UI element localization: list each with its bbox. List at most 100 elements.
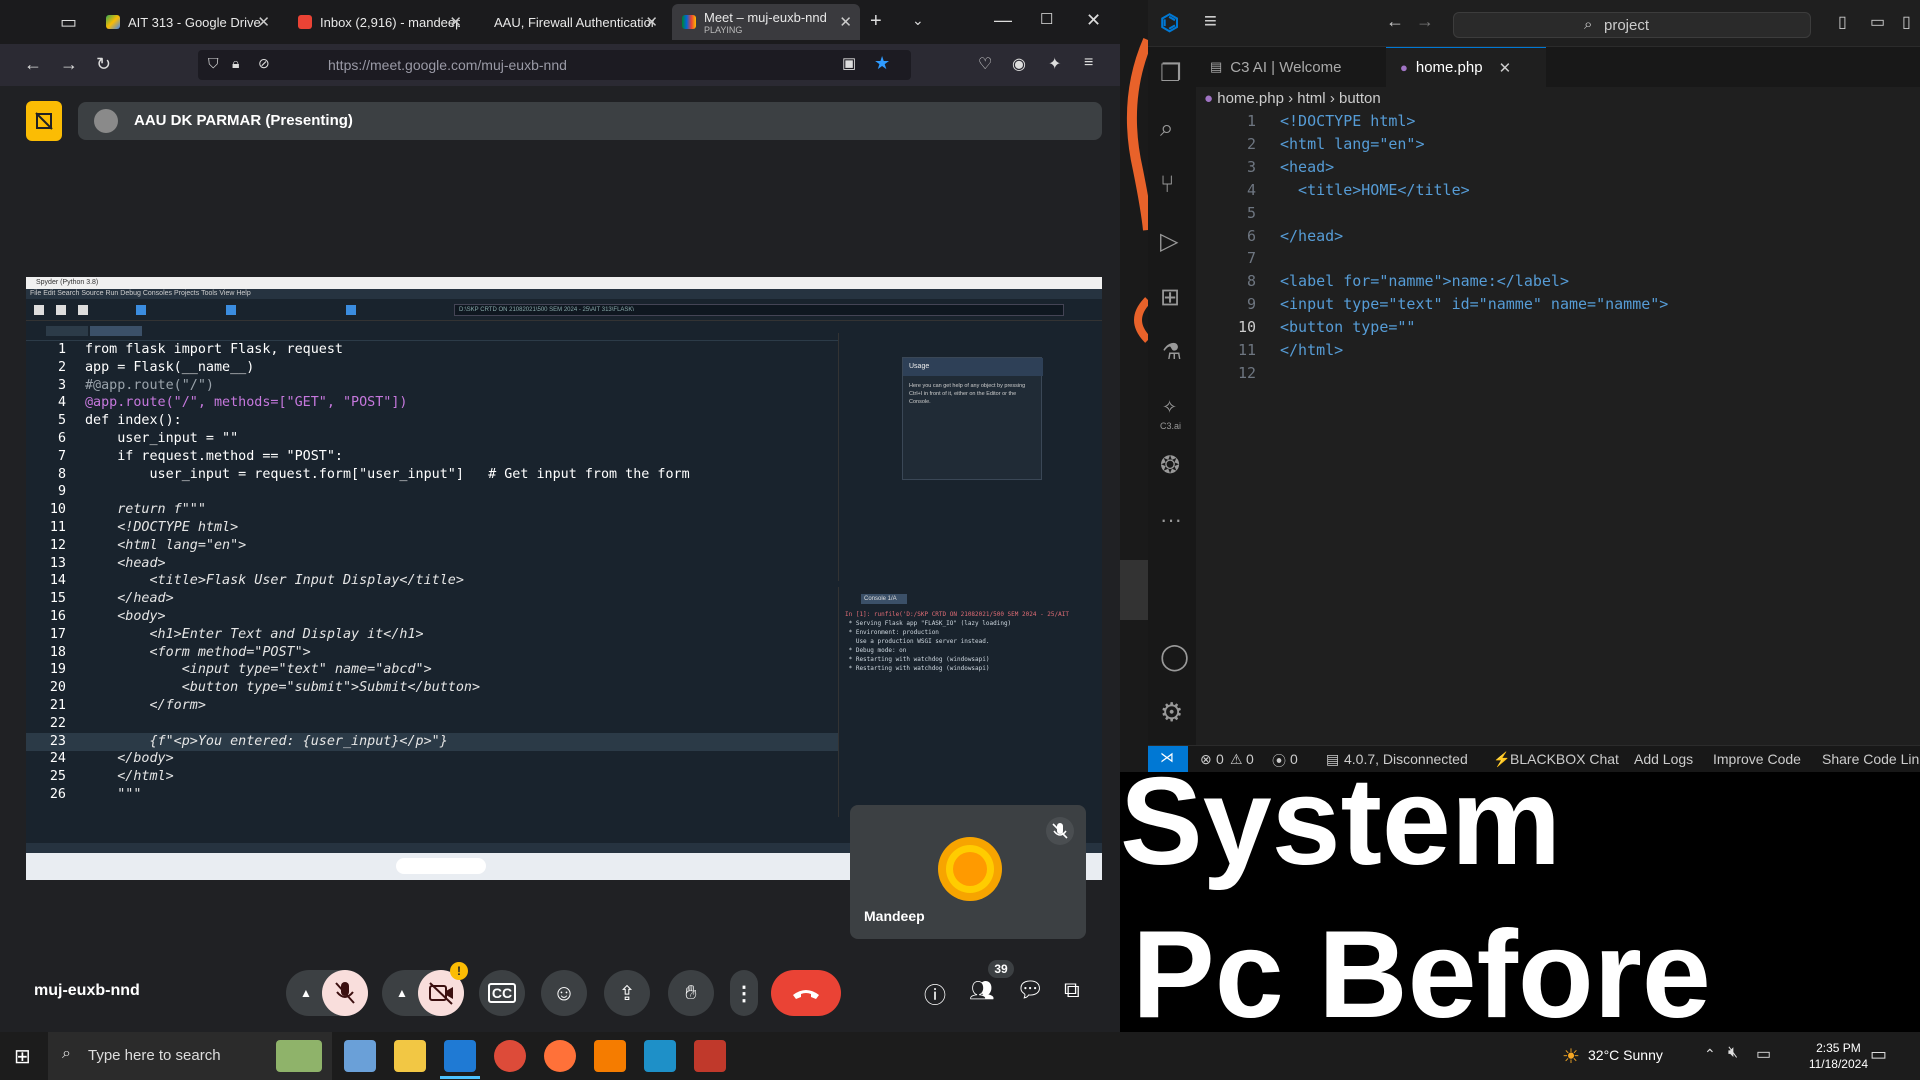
menu-icon[interactable]: ≡: [1084, 54, 1093, 72]
lock-icon[interactable]: 🔒︎: [232, 55, 239, 72]
more-icon[interactable]: ···: [1160, 507, 1182, 533]
close-tab-icon[interactable]: ✕: [645, 13, 658, 31]
self-view-tile[interactable]: Mandeep: [850, 805, 1086, 939]
tab-overflow-icon[interactable]: ⌄: [912, 12, 924, 29]
code-line[interactable]: 1 <!DOCTYPE html>: [1196, 110, 1920, 133]
reload-icon[interactable]: ↻: [96, 54, 111, 75]
back-icon[interactable]: ←: [1386, 11, 1404, 32]
xampp-icon[interactable]: [594, 1040, 626, 1072]
code-line[interactable]: 6 </head>: [1196, 225, 1920, 248]
notepad-icon[interactable]: [344, 1040, 376, 1072]
code-line[interactable]: 9 <input type="text" id="namme" name="nam…: [1196, 293, 1920, 316]
tab-gmail[interactable]: Inbox (2,916) - mandeep ✕: [288, 4, 470, 40]
url-text[interactable]: https://meet.google.com/muj-euxb-nnd: [328, 57, 567, 73]
taskbar-clock[interactable]: 2:35 PM 11/18/2024: [1809, 1040, 1868, 1072]
run-debug-icon[interactable]: ▷: [1160, 227, 1178, 256]
bookmark-star-icon[interactable]: ★: [874, 53, 890, 74]
vscode-editor[interactable]: 1 <!DOCTYPE html> 2 <html lang="en"> 3 <head>…: [1196, 110, 1920, 752]
present-button[interactable]: ⇪: [604, 970, 650, 1016]
presentation-icon[interactable]: [26, 101, 62, 141]
close-tab-icon[interactable]: ✕: [257, 13, 270, 31]
people-icon[interactable]: 👥︎: [969, 978, 994, 1003]
pocket-icon[interactable]: ♡: [978, 54, 992, 74]
code-line[interactable]: 4 <title>HOME</title>: [1196, 179, 1920, 202]
snipping-icon[interactable]: [694, 1040, 726, 1072]
toggle-secondary-sidebar-icon[interactable]: ▯: [1902, 12, 1911, 32]
toggle-panel-icon[interactable]: ▭: [1870, 12, 1885, 32]
chatgpt-icon[interactable]: ❂: [1160, 451, 1180, 480]
notifications-icon[interactable]: ▭: [1870, 1044, 1887, 1065]
camera-options-icon[interactable]: ▲: [396, 986, 408, 1000]
emoji-button[interactable]: ☺: [541, 970, 587, 1016]
info-icon[interactable]: ⓘ: [924, 978, 946, 1010]
share-code-link[interactable]: Share Code Lin: [1822, 751, 1919, 767]
forward-icon[interactable]: →: [1416, 11, 1434, 32]
breadcrumb-item[interactable]: button: [1339, 90, 1381, 107]
permissions-icon[interactable]: ⊘: [258, 55, 270, 72]
windows-start-icon[interactable]: ⊞: [14, 1044, 31, 1069]
app-icon[interactable]: [644, 1040, 676, 1072]
breadcrumb-item[interactable]: html: [1297, 90, 1325, 107]
taskbar-search[interactable]: ⌕ Type here to search: [48, 1032, 332, 1080]
extensions-icon[interactable]: ✦: [1048, 54, 1061, 74]
breadcrumb-item[interactable]: home.php: [1217, 90, 1284, 107]
forward-icon[interactable]: →: [60, 54, 78, 75]
maximize-icon[interactable]: ☐: [1040, 10, 1053, 28]
close-tab-icon[interactable]: ✕: [839, 13, 852, 31]
code-line[interactable]: 12: [1196, 362, 1920, 385]
mic-button[interactable]: [322, 970, 368, 1016]
screen-share-icon[interactable]: ▣: [842, 54, 856, 72]
activities-icon[interactable]: ⧉: [1064, 977, 1080, 1003]
captions-button[interactable]: CC: [479, 970, 525, 1016]
firefox-icon[interactable]: [544, 1040, 576, 1072]
tab-home-php[interactable]: ● home.php ✕: [1386, 47, 1546, 87]
settings-gear-icon[interactable]: ⚙: [1160, 697, 1183, 728]
close-tab-icon[interactable]: ✕: [449, 13, 462, 31]
raise-hand-button[interactable]: ✋︎: [668, 970, 714, 1016]
network-icon[interactable]: ▭: [1756, 1044, 1771, 1064]
c3ai-icon[interactable]: ✧: [1162, 397, 1177, 418]
account-icon[interactable]: ◉: [1012, 54, 1026, 74]
code-line[interactable]: 10 <button type="": [1196, 316, 1920, 339]
close-window-icon[interactable]: ✕: [1086, 10, 1101, 31]
code-line[interactable]: 3 <head>: [1196, 156, 1920, 179]
weather-icon[interactable]: ☀: [1562, 1044, 1580, 1069]
search-icon[interactable]: ⌕: [1160, 115, 1173, 143]
volume-muted-icon[interactable]: 🔇︎: [1728, 1044, 1738, 1062]
code-line[interactable]: 7: [1196, 247, 1920, 270]
presenter-bar[interactable]: AAU DK PARMAR (Presenting): [78, 102, 1102, 140]
tab-google-drive[interactable]: AIT 313 - Google Drive ✕: [96, 4, 278, 40]
more-options-button[interactable]: ⋮: [730, 970, 758, 1016]
file-explorer-icon[interactable]: [394, 1040, 426, 1072]
menu-icon[interactable]: ≡: [1204, 8, 1217, 34]
toggle-sidebar-icon[interactable]: ▯: [1838, 12, 1847, 32]
account-icon[interactable]: ◯: [1160, 641, 1189, 672]
add-logs[interactable]: Add Logs: [1634, 751, 1693, 767]
weather-text[interactable]: 32°C Sunny: [1588, 1047, 1663, 1063]
close-tab-icon[interactable]: ✕: [1499, 59, 1512, 77]
source-control-icon[interactable]: ⑂: [1160, 171, 1174, 199]
back-icon[interactable]: ←: [24, 54, 42, 75]
mic-options-icon[interactable]: ▲: [300, 986, 312, 1000]
chat-icon[interactable]: 💬︎: [1016, 977, 1044, 1003]
command-center-search[interactable]: ⌕ project: [1453, 12, 1811, 38]
vscode-taskbar-icon[interactable]: [444, 1040, 476, 1072]
tab-meet[interactable]: Meet – muj-euxb-nnd PLAYING ✕: [672, 4, 860, 40]
tab-list-icon[interactable]: ▭: [60, 12, 77, 33]
tab-firewall[interactable]: AAU, Firewall Authentication ✕: [478, 4, 666, 40]
minimize-icon[interactable]: —: [994, 10, 1012, 31]
improve-code[interactable]: Improve Code: [1713, 751, 1801, 767]
tab-c3ai-welcome[interactable]: ▤ C3 AI | Welcome: [1196, 47, 1386, 87]
address-bar[interactable]: ⛉ 🔒︎ ⊘ https://meet.google.com/muj-euxb-…: [198, 50, 911, 80]
chrome-icon[interactable]: [494, 1040, 526, 1072]
code-line[interactable]: 2 <html lang="en">: [1196, 133, 1920, 156]
chevron-up-icon[interactable]: ⌃: [1704, 1046, 1716, 1063]
code-line[interactable]: 5: [1196, 202, 1920, 225]
extensions-icon[interactable]: ⊞: [1160, 283, 1180, 312]
testing-icon[interactable]: ⚗: [1162, 339, 1182, 365]
shield-icon[interactable]: ⛉: [208, 55, 219, 72]
new-tab-icon[interactable]: +: [870, 10, 882, 33]
code-line[interactable]: 11 </html>: [1196, 339, 1920, 362]
explorer-icon[interactable]: ❐: [1160, 59, 1182, 88]
code-line[interactable]: 8 <label for="namme">name:</label>: [1196, 270, 1920, 293]
